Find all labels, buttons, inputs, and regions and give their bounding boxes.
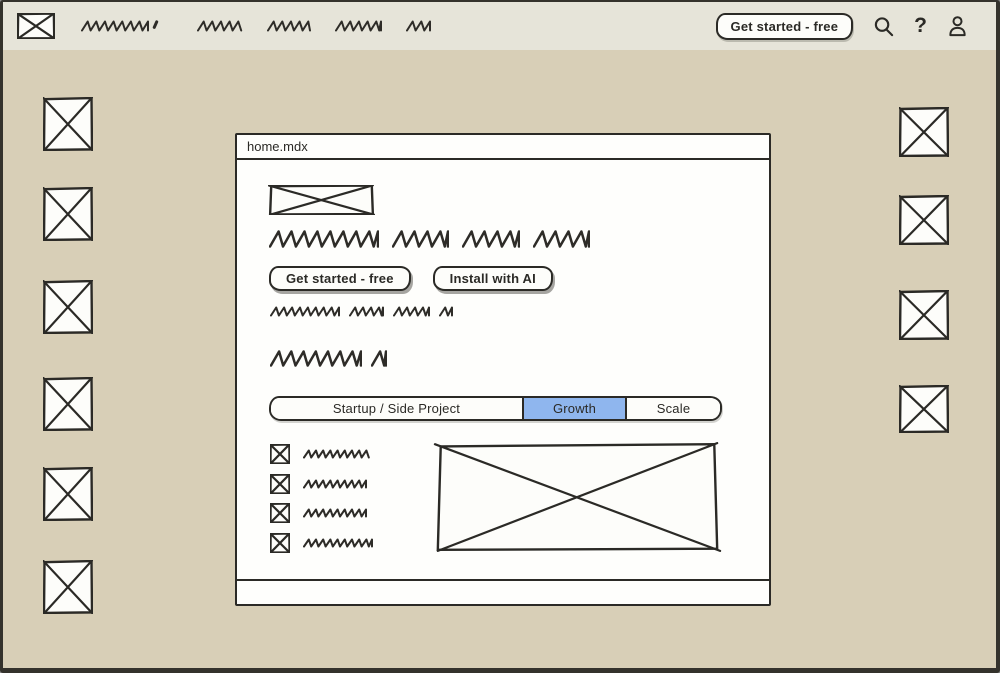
nav-item-placeholder-4[interactable] (335, 20, 382, 32)
text-squiggle (393, 306, 430, 317)
wireframe-canvas: Get started - free ? (0, 0, 1000, 673)
left-image-placeholder-4 (43, 377, 93, 431)
left-image-placeholder-6 (43, 560, 93, 614)
text-squiggle (197, 20, 243, 32)
text-squiggle (303, 508, 367, 518)
text-squiggle (533, 230, 590, 248)
window-titlebar: home.mdx (237, 135, 769, 160)
tab-segment-scale[interactable]: Scale (627, 398, 720, 419)
page-body: home.mdx Get started - free Install with… (3, 50, 996, 673)
dropdown-caret-icon (152, 19, 158, 28)
checklist-item-1 (270, 444, 373, 464)
checkbox-checked-icon[interactable] (270, 503, 290, 523)
right-image-placeholder-4 (899, 385, 949, 433)
window-content: Get started - free Install with AI Start… (237, 160, 769, 579)
nav-item-placeholder-3[interactable] (267, 20, 311, 32)
left-image-placeholder-2 (43, 187, 93, 241)
text-squiggle (270, 350, 362, 367)
feature-checklist (270, 444, 373, 562)
left-image-placeholder-1 (43, 97, 93, 151)
hero-headline-squiggle (269, 230, 590, 248)
help-icon[interactable]: ? (914, 15, 927, 37)
text-squiggle (267, 20, 311, 32)
section-heading-squiggle (270, 350, 387, 367)
text-squiggle (303, 479, 367, 489)
browser-window: home.mdx Get started - free Install with… (235, 133, 771, 606)
nav-item-placeholder-1[interactable] (81, 20, 157, 32)
text-squiggle (270, 306, 340, 317)
right-image-placeholder-1 (899, 107, 949, 157)
text-squiggle (349, 306, 384, 317)
hero-buttons: Get started - free Install with AI (269, 266, 553, 291)
text-squiggle (335, 20, 382, 32)
nav-menu (81, 20, 431, 32)
tab-segment-startup-side-project[interactable]: Startup / Side Project (271, 398, 522, 419)
topbar-actions: Get started - free ? (716, 13, 968, 40)
logo-image-placeholder-icon[interactable] (17, 13, 55, 39)
right-image-placeholder-3 (899, 290, 949, 340)
checklist-item-2 (270, 474, 373, 494)
text-squiggle (269, 230, 379, 248)
text-squiggle (303, 538, 373, 548)
checklist-item-3 (270, 503, 373, 523)
window-title: home.mdx (247, 139, 308, 154)
plan-tabs: Startup / Side Project Growth Scale (269, 396, 722, 421)
hero-logo-image-placeholder (268, 185, 375, 215)
text-squiggle (439, 306, 453, 317)
text-squiggle (81, 20, 149, 32)
nav-item-placeholder-2[interactable] (197, 20, 243, 32)
left-image-placeholder-5 (43, 467, 93, 521)
text-squiggle (462, 230, 520, 248)
window-footer (237, 579, 769, 604)
install-with-ai-button[interactable]: Install with AI (433, 266, 553, 291)
right-image-placeholder-2 (899, 195, 949, 245)
search-icon[interactable] (873, 16, 894, 37)
left-image-placeholder-3 (43, 280, 93, 334)
text-squiggle (371, 350, 387, 367)
text-squiggle (303, 449, 370, 459)
text-squiggle (392, 230, 449, 248)
checkbox-checked-icon[interactable] (270, 474, 290, 494)
checkbox-checked-icon[interactable] (270, 533, 290, 553)
content-image-placeholder (432, 442, 723, 552)
checklist-item-4 (270, 533, 373, 553)
user-icon[interactable] (947, 15, 968, 37)
hero-subtext-squiggle (270, 306, 453, 317)
text-squiggle (406, 20, 431, 32)
hero-get-started-button[interactable]: Get started - free (269, 266, 411, 291)
get-started-button[interactable]: Get started - free (716, 13, 854, 40)
nav-item-placeholder-5[interactable] (406, 20, 431, 32)
checkbox-checked-icon[interactable] (270, 444, 290, 464)
top-navbar: Get started - free ? (3, 2, 996, 50)
tab-segment-growth[interactable]: Growth (522, 398, 627, 419)
